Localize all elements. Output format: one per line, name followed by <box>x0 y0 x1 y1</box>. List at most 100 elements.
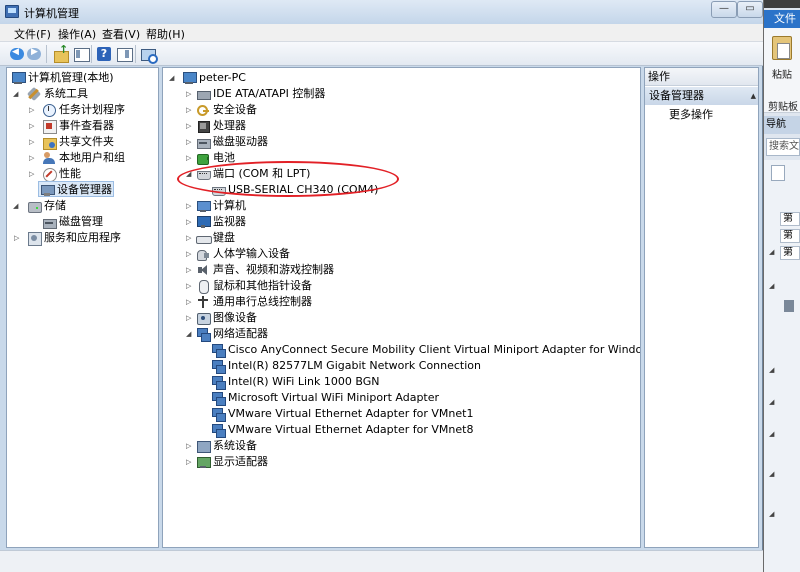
tree-item-label: 通用串行总线控制器 <box>213 295 312 308</box>
disk-drive-icon <box>196 135 211 149</box>
background-document-app: 文件 粘贴 剪贴板 导航 搜索文 第 第 第 ◢ ◢ ◢ ◢ ◢ ◢ ◢ <box>764 0 800 572</box>
heading-item[interactable]: 第 <box>780 229 800 243</box>
file-tab[interactable]: 文件 <box>764 10 800 28</box>
menu-help[interactable]: 帮助(H) <box>146 26 185 42</box>
expanded-arrow-icon[interactable]: ◢ <box>769 430 774 438</box>
network-adapter-icon <box>211 375 226 390</box>
heading-item[interactable]: 第 <box>780 212 800 226</box>
navigation-tree-pane[interactable]: 计算机管理(本地) ◢ 系统工具 ▷ 任务计划程序 ▷ 事件查看器 ▷ 共享文件… <box>6 67 159 548</box>
tree-item-label: 共享文件夹 <box>59 135 114 148</box>
tree-item-label: 性能 <box>59 167 81 180</box>
services-icon <box>27 231 42 246</box>
expanded-arrow-icon[interactable]: ◢ <box>769 398 774 406</box>
network-adapter-icon <box>211 407 226 422</box>
collapsed-arrow-icon[interactable]: ▷ <box>186 102 191 118</box>
show-action-pane-icon[interactable] <box>116 46 133 62</box>
collapsed-arrow-icon[interactable]: ▷ <box>29 102 34 118</box>
help-icon[interactable] <box>96 46 112 62</box>
device-tree-pane[interactable]: ◢ peter-PC ▷ IDE ATA/ATAPI 控制器 ▷ 安全设备 ▷ … <box>162 67 641 548</box>
menu-file[interactable]: 文件(F) <box>14 26 51 42</box>
tree-item-label: 计算机 <box>213 199 246 212</box>
tree-item-label: 系统工具 <box>44 87 88 100</box>
tree-item-label: 安全设备 <box>213 103 257 116</box>
status-bar <box>0 550 763 572</box>
collapsed-arrow-icon[interactable]: ▷ <box>186 214 191 230</box>
collapsed-arrow-icon[interactable]: ▷ <box>29 166 34 182</box>
navigation-pane-header: 导航 <box>764 116 800 134</box>
computer-management-icon <box>11 71 26 85</box>
clock-icon <box>42 103 56 117</box>
collapsed-arrow-icon[interactable]: ▷ <box>186 198 191 214</box>
collapsed-arrow-icon[interactable]: ▷ <box>186 150 191 166</box>
expanded-arrow-icon[interactable]: ◢ <box>186 326 191 342</box>
back-arrow-icon[interactable] <box>10 46 26 62</box>
tree-item-label: 任务计划程序 <box>59 103 125 116</box>
paste-icon[interactable] <box>772 36 792 60</box>
tree-item-label: Microsoft Virtual WiFi Miniport Adapter <box>228 391 440 404</box>
tree-item-label: 计算机管理(本地) <box>28 71 114 84</box>
expanded-arrow-icon[interactable]: ◢ <box>169 70 174 86</box>
collapsed-arrow-icon[interactable]: ▷ <box>186 278 191 294</box>
collapsed-arrow-icon[interactable]: ▷ <box>186 118 191 134</box>
collapsed-arrow-icon[interactable]: ▷ <box>186 86 191 102</box>
paste-label[interactable]: 粘贴 <box>772 66 792 81</box>
collapsed-arrow-icon[interactable]: ▷ <box>186 262 191 278</box>
highlight-circle <box>177 161 399 197</box>
tree-item-label: 人体学输入设备 <box>213 247 290 260</box>
event-viewer-icon <box>42 119 57 134</box>
expanded-arrow-icon[interactable]: ◢ <box>769 248 774 256</box>
expanded-arrow-icon[interactable]: ◢ <box>769 510 774 518</box>
users-icon <box>42 151 56 165</box>
security-key-icon <box>196 103 210 117</box>
navigation-search-input[interactable]: 搜索文 <box>766 138 800 156</box>
collapsed-arrow-icon[interactable]: ▷ <box>29 118 34 134</box>
scan-hardware-icon[interactable] <box>140 46 158 64</box>
network-adapter-icon <box>211 343 226 358</box>
expanded-arrow-icon[interactable]: ◢ <box>769 366 774 374</box>
collapsed-arrow-icon[interactable]: ▷ <box>29 150 34 166</box>
expanded-arrow-icon[interactable]: ◢ <box>769 282 774 290</box>
tree-item-label: 系统设备 <box>213 439 257 452</box>
collapsed-arrow-icon[interactable]: ▷ <box>14 230 19 246</box>
processor-icon <box>196 119 210 133</box>
minimize-button[interactable]: — <box>711 1 737 18</box>
up-folder-icon[interactable] <box>53 43 69 63</box>
collapsed-arrow-icon[interactable]: ▷ <box>186 454 191 470</box>
maximize-button[interactable]: ▭ <box>737 1 763 18</box>
actions-pane: 操作 设备管理器 更多操作 <box>644 67 759 548</box>
tree-item-label: Intel(R) WiFi Link 1000 BGN <box>228 375 380 388</box>
tree-item-label: 服务和应用程序 <box>44 231 121 244</box>
usb-icon <box>196 295 210 309</box>
menu-action[interactable]: 操作(A) <box>58 26 96 42</box>
expanded-arrow-icon[interactable]: ◢ <box>13 86 18 102</box>
tree-item-device-manager[interactable]: 设备管理器 <box>38 181 114 197</box>
collapsed-arrow-icon[interactable]: ▷ <box>186 134 191 150</box>
tree-item-label: 磁盘驱动器 <box>213 135 268 148</box>
expanded-arrow-icon[interactable]: ◢ <box>13 198 18 214</box>
menu-view[interactable]: 查看(V) <box>102 26 140 42</box>
tree-item-label: 磁盘管理 <box>59 215 103 228</box>
actions-section-device-manager[interactable]: 设备管理器 <box>645 87 758 105</box>
more-actions-link[interactable]: 更多操作 <box>669 107 713 123</box>
network-adapter-icon <box>211 359 226 374</box>
monitor-icon <box>196 215 211 229</box>
tree-item-label: 本地用户和组 <box>59 151 125 164</box>
collapsed-arrow-icon[interactable]: ▷ <box>186 230 191 246</box>
tree-item-label: 事件查看器 <box>59 119 114 132</box>
tree-item-label: 声音、视频和游戏控制器 <box>213 263 334 276</box>
collapsed-arrow-icon[interactable]: ▷ <box>186 438 191 454</box>
collapsed-arrow-icon[interactable]: ▷ <box>186 310 191 326</box>
ide-controller-icon <box>196 87 211 101</box>
expanded-arrow-icon[interactable]: ◢ <box>769 470 774 478</box>
collapsed-arrow-icon[interactable]: ▷ <box>186 294 191 310</box>
heading-item[interactable]: 第 <box>780 246 800 260</box>
toolbar-divider <box>91 45 92 63</box>
collapsed-arrow-icon[interactable]: ▷ <box>29 134 34 150</box>
forward-arrow-icon[interactable] <box>27 46 43 62</box>
show-hide-tree-icon[interactable] <box>73 46 90 62</box>
battery-icon <box>196 151 210 165</box>
performance-icon <box>42 167 57 182</box>
headings-tab-icon[interactable] <box>771 165 785 181</box>
tree-item-label: Cisco AnyConnect Secure Mobility Client … <box>228 343 641 356</box>
collapsed-arrow-icon[interactable]: ▷ <box>186 246 191 262</box>
